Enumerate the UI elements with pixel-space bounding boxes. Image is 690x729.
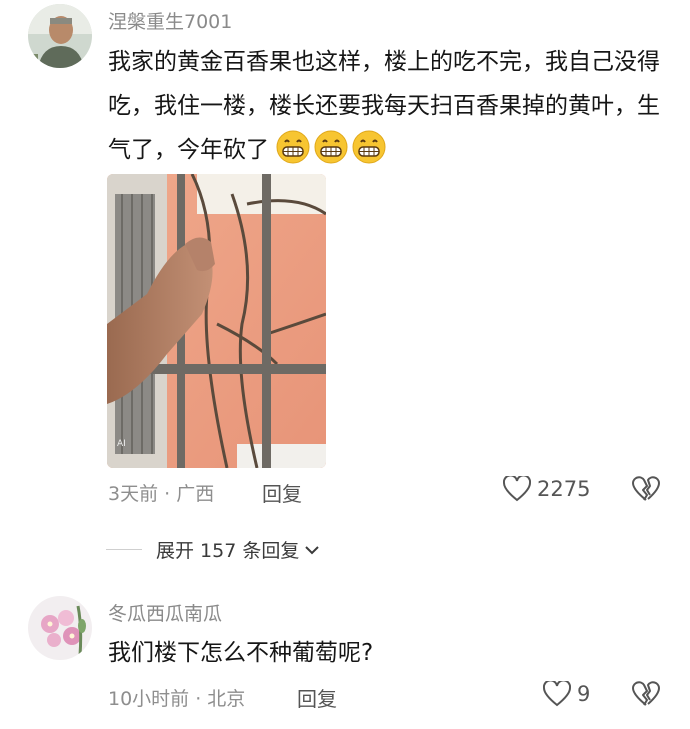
avatar[interactable] (28, 596, 92, 660)
expand-replies-button[interactable]: 展开 157 条回复 (106, 536, 321, 563)
comment-meta: 3天前 · 广西 (108, 483, 215, 505)
like-button[interactable]: 9 (543, 681, 590, 707)
comment-item-2: 冬瓜西瓜南瓜 我们楼下怎么不种葡萄呢? 10小时前 · 北京 回复 9 (0, 590, 690, 729)
svg-text:AI: AI (117, 439, 126, 449)
divider (106, 549, 142, 550)
avatar[interactable] (28, 4, 92, 68)
username[interactable]: 冬瓜西瓜南瓜 (108, 599, 222, 626)
expand-replies-label: 展开 157 条回复 (156, 540, 300, 562)
grin-emoji-icon (276, 130, 310, 164)
dislike-button[interactable] (632, 680, 660, 712)
comment-text: 我们楼下怎么不种葡萄呢? (108, 640, 374, 666)
heart-outline-icon (543, 681, 571, 707)
username[interactable]: 涅槃重生7001 (108, 7, 232, 34)
reply-button[interactable]: 回复 (262, 478, 302, 507)
comment-photo[interactable]: AI (107, 174, 326, 468)
dislike-button[interactable] (632, 475, 660, 507)
grin-emoji-icon (314, 130, 348, 164)
comment-meta: 10小时前 · 北京 (108, 688, 246, 710)
heart-outline-icon (503, 476, 531, 502)
like-count: 2275 (537, 477, 591, 501)
chevron-down-icon (305, 545, 320, 554)
comment-text: 我家的黄金百香果也这样，楼上的吃不完，我自己没得吃，我住一楼，楼长还要我每天扫百… (108, 40, 668, 172)
broken-heart-icon (632, 476, 660, 501)
broken-heart-icon (632, 681, 660, 706)
reply-button[interactable]: 回复 (297, 683, 337, 712)
like-count: 9 (577, 682, 591, 706)
like-button[interactable]: 2275 (503, 476, 590, 502)
grin-emoji-icon (352, 130, 386, 164)
comment-item-1: 涅槃重生7001 我家的黄金百香果也这样，楼上的吃不完，我自己没得吃，我住一楼，… (0, 0, 690, 520)
